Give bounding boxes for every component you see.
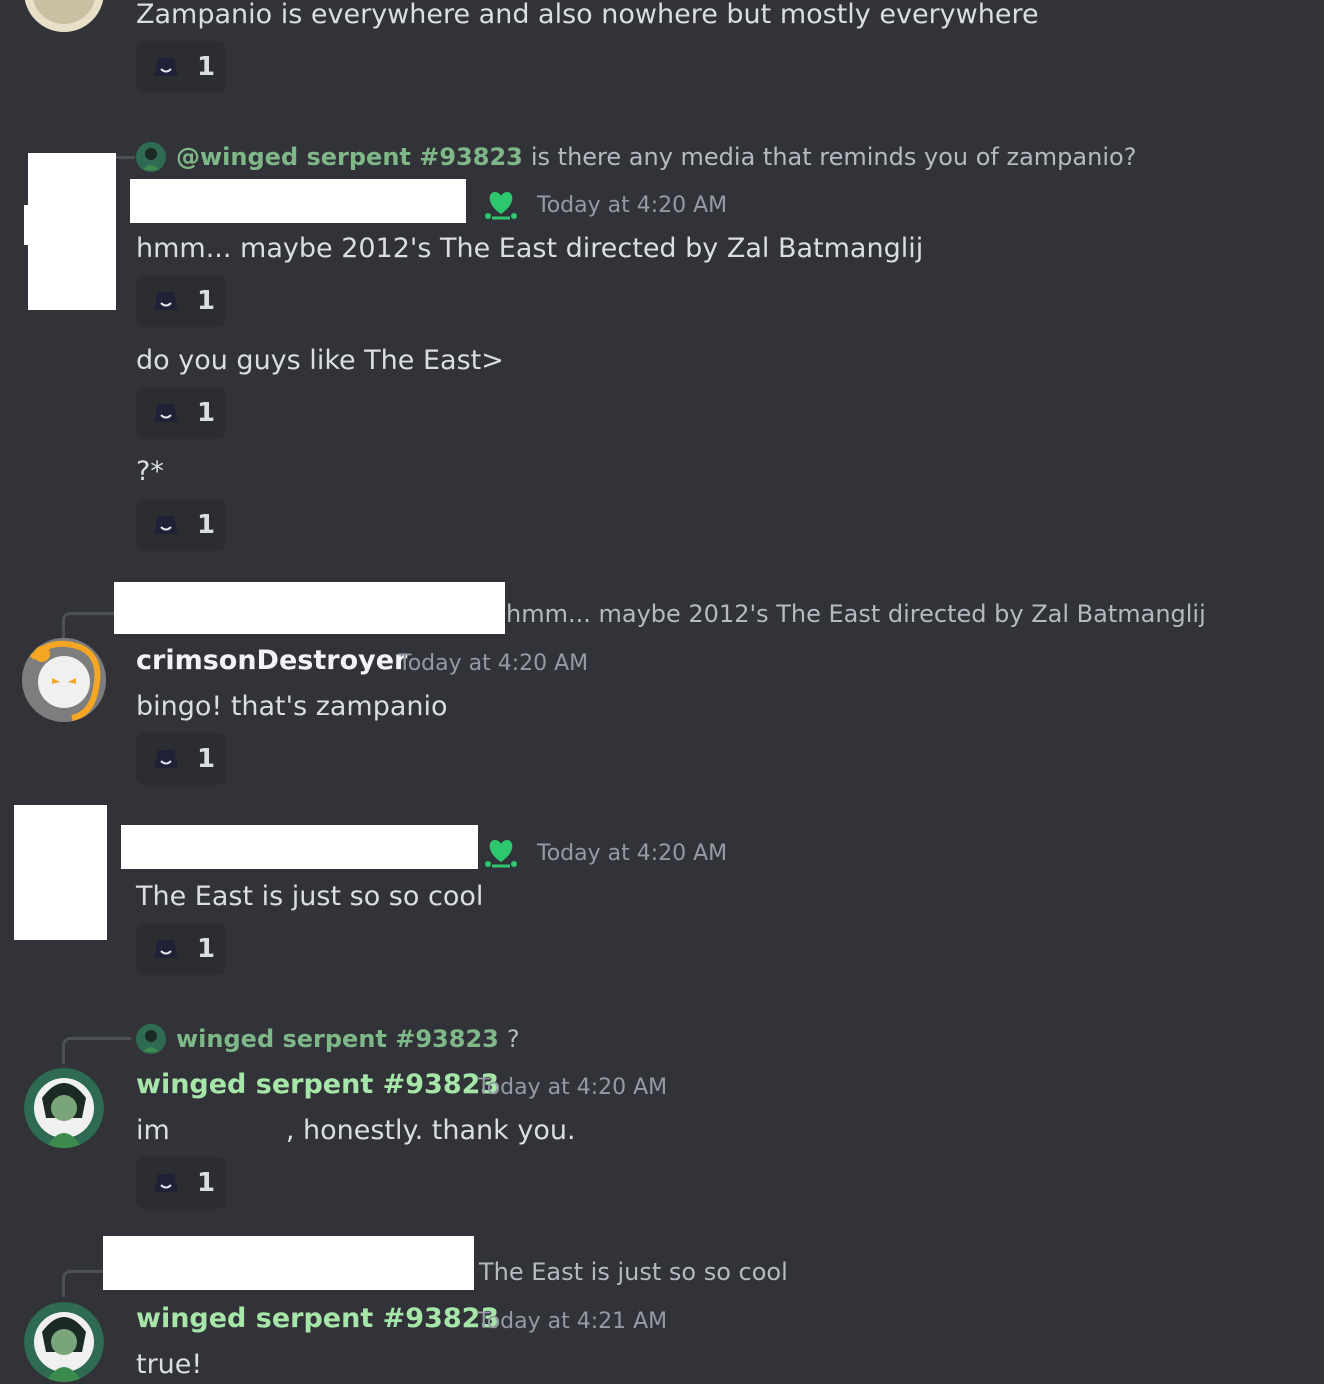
message-text: im , honestly. thank you.	[136, 1114, 576, 1148]
reply-spine	[62, 1037, 131, 1064]
reply-text[interactable]: hmm... maybe 2012's The East directed by…	[506, 600, 1206, 628]
message-text: do you guys like The East>	[136, 345, 504, 376]
username[interactable]: winged serpent #93823	[136, 1069, 499, 1100]
timestamp[interactable]: Today at 4:20 AM	[537, 193, 727, 218]
message-text: Zampanio is everywhere and also nowhere …	[136, 0, 1039, 30]
redacted-avatar	[14, 805, 107, 940]
avatar-edge	[24, 205, 30, 245]
hat-emoji-icon	[150, 1170, 182, 1196]
hat-emoji-icon	[150, 400, 182, 426]
hat-emoji-icon	[150, 54, 182, 80]
reaction-button[interactable]: 1	[136, 733, 226, 785]
reply-text[interactable]: is there any media that reminds you of z…	[531, 143, 1137, 171]
redacted-username	[121, 825, 478, 869]
reply-spine	[62, 1270, 107, 1297]
reply-spine	[62, 612, 117, 639]
redacted-reply-author	[103, 1236, 474, 1290]
hat-emoji-icon	[150, 936, 182, 962]
hat-emoji-icon	[150, 512, 182, 538]
reaction-button[interactable]: 1	[136, 275, 226, 327]
redacted-reply-author	[114, 582, 505, 634]
reply-author[interactable]: @winged serpent #93823	[176, 143, 523, 171]
message-text: ?*	[136, 456, 164, 487]
hat-emoji-icon	[150, 746, 182, 772]
message-text-start: im	[136, 1115, 170, 1146]
message-text: hmm... maybe 2012's The East directed by…	[136, 233, 924, 264]
timestamp[interactable]: Today at 4:20 AM	[477, 1075, 667, 1100]
message-text: The East is just so so cool	[136, 881, 484, 912]
reaction-button[interactable]: 1	[136, 41, 226, 93]
reply-avatar	[136, 1024, 166, 1054]
reaction-count: 1	[197, 286, 216, 316]
hat-emoji-icon	[150, 288, 182, 314]
reaction-button[interactable]: 1	[136, 387, 226, 439]
timestamp[interactable]: Today at 4:20 AM	[537, 841, 727, 866]
username[interactable]: winged serpent #93823	[136, 1303, 499, 1334]
reply-preview[interactable]: @winged serpent #93823 is there any medi…	[136, 140, 1136, 174]
role-icon	[482, 834, 520, 870]
reaction-button[interactable]: 1	[136, 923, 226, 975]
role-icon	[482, 186, 520, 222]
reaction-count: 1	[197, 934, 216, 964]
reply-avatar	[136, 142, 166, 172]
reply-text[interactable]: The East is just so so cool	[479, 1258, 788, 1286]
reaction-count: 1	[197, 52, 216, 82]
reaction-button[interactable]: 1	[136, 1157, 226, 1209]
reply-preview[interactable]: winged serpent #93823 ?	[136, 1022, 520, 1056]
avatar[interactable]	[22, 638, 106, 722]
redacted-username	[130, 179, 466, 223]
redacted-avatar	[28, 153, 116, 310]
reply-author[interactable]: winged serpent #93823	[176, 1025, 499, 1053]
reaction-button[interactable]: 1	[136, 499, 226, 551]
reaction-count: 1	[197, 1168, 216, 1198]
reply-text[interactable]: ?	[507, 1025, 520, 1053]
avatar[interactable]	[24, 0, 104, 32]
timestamp[interactable]: Today at 4:20 AM	[398, 651, 588, 676]
reaction-count: 1	[197, 510, 216, 540]
message-text: true!	[136, 1349, 203, 1380]
timestamp[interactable]: Today at 4:21 AM	[477, 1309, 667, 1334]
username[interactable]: crimsonDestroyer	[136, 645, 407, 676]
message-text: bingo! that's zampanio	[136, 691, 448, 722]
message-text-end: , honestly. thank you.	[285, 1115, 576, 1146]
reaction-count: 1	[197, 398, 216, 428]
reaction-count: 1	[197, 744, 216, 774]
avatar[interactable]	[24, 1302, 104, 1382]
avatar[interactable]	[24, 1068, 104, 1148]
